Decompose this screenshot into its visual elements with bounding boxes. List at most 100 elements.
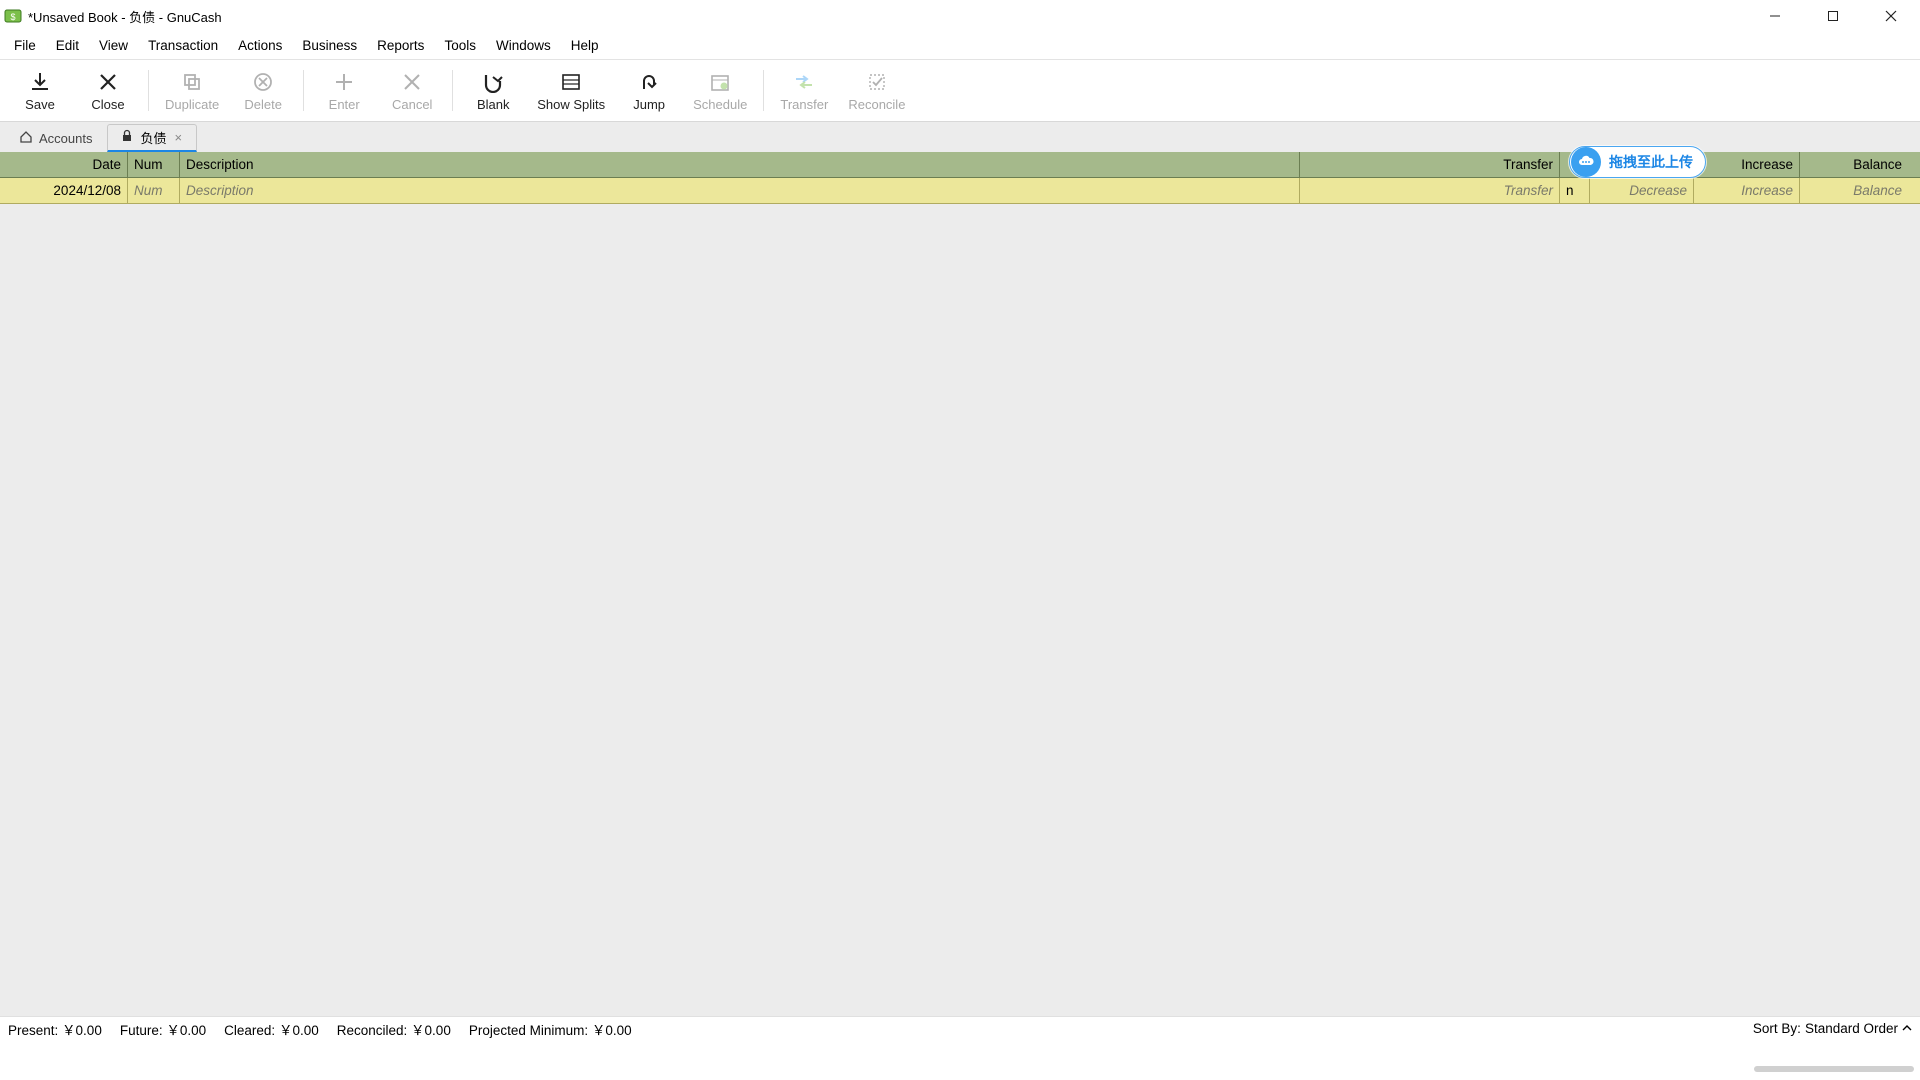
cancel-button: Cancel	[378, 60, 446, 121]
menu-tools[interactable]: Tools	[434, 32, 486, 59]
status-projmin-label: Projected Minimum:	[469, 1023, 588, 1038]
window-close-button[interactable]	[1862, 0, 1920, 32]
sortby-button[interactable]: Sort By: Standard Order	[1753, 1021, 1912, 1036]
col-increase[interactable]: Increase	[1694, 152, 1800, 177]
menu-file[interactable]: File	[4, 32, 46, 59]
toolbar: Save Close Duplicate Delete Enter Cancel…	[0, 60, 1920, 122]
menu-business[interactable]: Business	[292, 32, 367, 59]
status-cleared-value: ￥0.00	[279, 1023, 319, 1038]
cell-description[interactable]: Description	[180, 178, 1300, 203]
window-title: *Unsaved Book - 负债 - GnuCash	[28, 7, 222, 26]
toolbar-separator	[763, 70, 764, 111]
window-maximize-button[interactable]	[1804, 0, 1862, 32]
cloud-upload-icon	[1571, 147, 1601, 177]
duplicate-icon	[181, 71, 203, 93]
close-icon	[97, 71, 119, 93]
jump-icon	[638, 71, 660, 93]
schedule-icon	[709, 71, 731, 93]
cell-date[interactable]: 2024/12/08	[0, 178, 128, 203]
window-minimize-button[interactable]	[1746, 0, 1804, 32]
blank-label: Blank	[477, 97, 510, 112]
register: 拖拽至此上传 Date Num Description Transfer R D…	[0, 152, 1920, 1019]
transfer-button: Transfer	[770, 60, 838, 121]
sortby-value: Standard Order	[1805, 1021, 1898, 1036]
tab-register-label: 负债	[140, 128, 166, 147]
status-reconciled-value: ￥0.00	[411, 1023, 451, 1038]
horizontal-scrollbar[interactable]	[1754, 1066, 1914, 1072]
menu-reports[interactable]: Reports	[367, 32, 434, 59]
close-label: Close	[91, 97, 124, 112]
svg-text:$: $	[10, 12, 15, 22]
cell-decrease[interactable]: Decrease	[1590, 178, 1694, 203]
status-reconciled-label: Reconciled:	[337, 1023, 408, 1038]
cell-transfer[interactable]: Transfer	[1300, 178, 1560, 203]
show-splits-label: Show Splits	[537, 97, 605, 112]
show-splits-button[interactable]: Show Splits	[527, 60, 615, 121]
col-num[interactable]: Num	[128, 152, 180, 177]
reconcile-button: Reconcile	[838, 60, 915, 121]
menu-edit[interactable]: Edit	[46, 32, 89, 59]
jump-button[interactable]: Jump	[615, 60, 683, 121]
transfer-label: Transfer	[780, 97, 828, 112]
col-description[interactable]: Description	[180, 152, 1300, 177]
save-button[interactable]: Save	[6, 60, 74, 121]
upload-overlay[interactable]: 拖拽至此上传	[1569, 146, 1706, 178]
register-row[interactable]: 2024/12/08 Num Description Transfer n De…	[0, 178, 1920, 204]
menu-help[interactable]: Help	[561, 32, 609, 59]
statusbar: Present: ￥0.00 Future: ￥0.00 Cleared: ￥0…	[0, 1016, 1920, 1040]
status-cleared: Cleared: ￥0.00	[224, 1019, 319, 1039]
enter-icon	[333, 71, 355, 93]
bottom-chrome	[0, 1040, 1920, 1080]
show-splits-icon	[560, 71, 582, 93]
enter-button: Enter	[310, 60, 378, 121]
duplicate-button: Duplicate	[155, 60, 229, 121]
jump-label: Jump	[633, 97, 665, 112]
blank-icon	[482, 71, 504, 93]
menubar: File Edit View Transaction Actions Busin…	[0, 32, 1920, 60]
tab-close-button[interactable]: ×	[173, 130, 185, 145]
menu-actions[interactable]: Actions	[228, 32, 292, 59]
save-icon	[29, 71, 51, 93]
upload-overlay-text: 拖拽至此上传	[1609, 152, 1693, 172]
status-reconciled: Reconciled: ￥0.00	[337, 1019, 451, 1039]
register-empty-area	[0, 204, 1920, 1019]
lock-icon	[120, 129, 134, 146]
home-icon	[19, 130, 33, 147]
cell-r[interactable]: n	[1560, 178, 1590, 203]
titlebar: $ *Unsaved Book - 负债 - GnuCash	[0, 0, 1920, 32]
menu-view[interactable]: View	[89, 32, 138, 59]
cancel-label: Cancel	[392, 97, 432, 112]
close-button[interactable]: Close	[74, 60, 142, 121]
sortby-label: Sort By:	[1753, 1021, 1801, 1036]
schedule-label: Schedule	[693, 97, 747, 112]
transfer-icon	[793, 71, 815, 93]
toolbar-separator	[303, 70, 304, 111]
duplicate-label: Duplicate	[165, 97, 219, 112]
delete-button: Delete	[229, 60, 297, 121]
cell-balance[interactable]: Balance	[1800, 178, 1908, 203]
cell-num[interactable]: Num	[128, 178, 180, 203]
tab-register[interactable]: 负债 ×	[107, 124, 197, 152]
toolbar-separator	[452, 70, 453, 111]
blank-button[interactable]: Blank	[459, 60, 527, 121]
status-projmin-value: ￥0.00	[592, 1023, 632, 1038]
enter-label: Enter	[329, 97, 360, 112]
col-balance[interactable]: Balance	[1800, 152, 1908, 177]
save-label: Save	[25, 97, 55, 112]
cell-increase[interactable]: Increase	[1694, 178, 1800, 203]
reconcile-label: Reconcile	[848, 97, 905, 112]
chevron-up-icon	[1902, 1021, 1912, 1036]
cancel-icon	[401, 71, 423, 93]
col-date[interactable]: Date	[0, 152, 128, 177]
status-future-value: ￥0.00	[166, 1023, 206, 1038]
col-transfer[interactable]: Transfer	[1300, 152, 1560, 177]
tab-accounts[interactable]: Accounts	[6, 124, 105, 152]
tab-accounts-label: Accounts	[39, 131, 92, 146]
schedule-button: Schedule	[683, 60, 757, 121]
status-present-value: ￥0.00	[62, 1023, 102, 1038]
delete-label: Delete	[244, 97, 282, 112]
app-icon: $	[4, 7, 22, 25]
menu-transaction[interactable]: Transaction	[138, 32, 228, 59]
status-present: Present: ￥0.00	[8, 1019, 102, 1039]
menu-windows[interactable]: Windows	[486, 32, 561, 59]
